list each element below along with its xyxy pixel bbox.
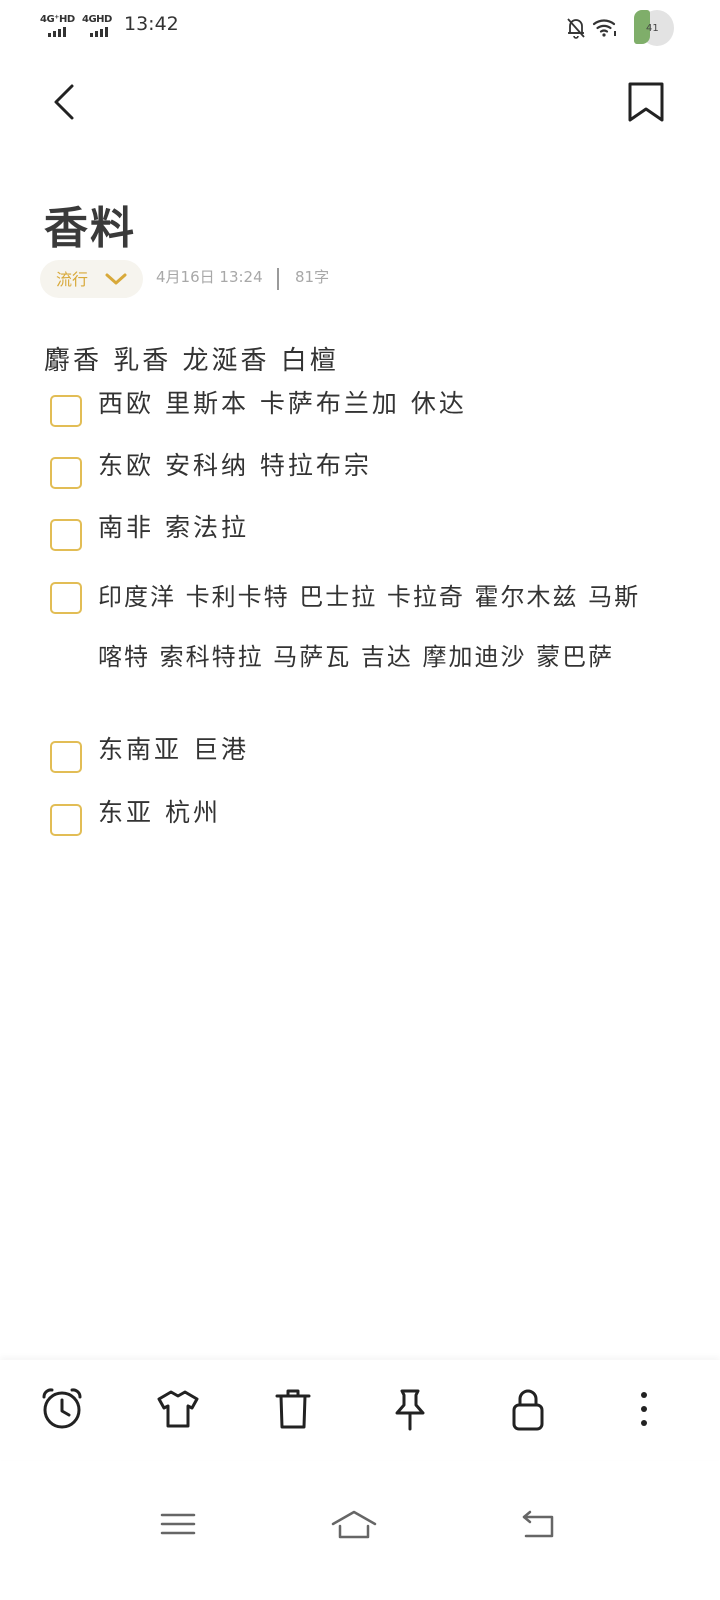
back-button[interactable] [42,78,90,126]
checklist-item-text[interactable]: 东南亚 巨港 [98,726,668,774]
checkbox[interactable] [50,457,82,489]
delete-button[interactable] [269,1385,317,1433]
bookmark-button[interactable] [622,78,670,126]
bottom-toolbar [0,1360,720,1460]
theme-button[interactable] [154,1385,202,1433]
pin-button[interactable] [386,1385,434,1433]
wifi-icon [592,19,616,37]
checkbox[interactable] [50,395,82,427]
checklist-item-text[interactable]: 东欧 安科纳 特拉布宗 [98,442,668,490]
checkbox[interactable] [50,582,82,614]
checklist-item-text[interactable]: 东亚 杭州 [98,789,668,837]
pin-icon [395,1389,425,1431]
folder-selector-button[interactable]: 流行 [40,260,143,298]
home-button[interactable] [329,1504,379,1544]
sim1-signal-icon: 4G⁺HD [40,14,75,38]
checklist-item-text[interactable]: 西欧 里斯本 卡萨布兰加 休达 [98,380,668,428]
checklist-item-text[interactable]: 印度洋 卡利卡特 巴士拉 卡拉奇 霍尔木兹 马斯喀特 索科特拉 马萨瓦 吉达 摩… [98,567,658,687]
system-back-button[interactable] [514,1504,562,1544]
sim2-signal-icon: 4GHD [82,14,116,38]
bell-off-icon [567,18,585,39]
battery-badge-icon: 41 [632,6,676,50]
folder-label: 流行 [56,270,89,289]
recent-apps-button[interactable] [154,1504,202,1544]
meta-divider [277,268,279,290]
more-options-button[interactable] [620,1385,668,1433]
more-vertical-icon [641,1392,647,1426]
chevron-left-icon [54,84,74,120]
menu-icon [160,1513,196,1535]
lock-button[interactable] [504,1385,552,1433]
checklist-item-text[interactable]: 南非 索法拉 [98,504,668,552]
chevron-down-icon [105,273,127,285]
checkbox[interactable] [50,741,82,773]
status-time: 13:42 [124,13,179,35]
sim2-network-label: 4GHD [82,14,112,25]
sim1-network-label: 4G⁺HD [40,14,75,25]
back-nav-icon [522,1510,554,1538]
alarm-clock-icon [42,1388,82,1429]
status-bar: 4G⁺HD 4GHD 13:42 41 [0,0,720,56]
char-count: 81字 [295,268,330,286]
shirt-icon [157,1390,199,1428]
reminder-button[interactable] [38,1385,86,1433]
checkbox[interactable] [50,804,82,836]
lock-icon [512,1389,544,1431]
home-icon [331,1510,377,1539]
trash-icon [275,1389,311,1429]
note-title[interactable]: 香料 [44,192,136,256]
system-nav-bar [0,1480,720,1600]
checkbox[interactable] [50,519,82,551]
note-meta: 流行 4月16日 13:24 81字 [40,260,680,298]
bookmark-icon [628,82,664,122]
note-date: 4月16日 13:24 [156,268,263,286]
note-intro-line[interactable]: 麝香 乳香 龙涎香 白檀 [44,340,339,377]
battery-level: 41 [646,23,659,34]
